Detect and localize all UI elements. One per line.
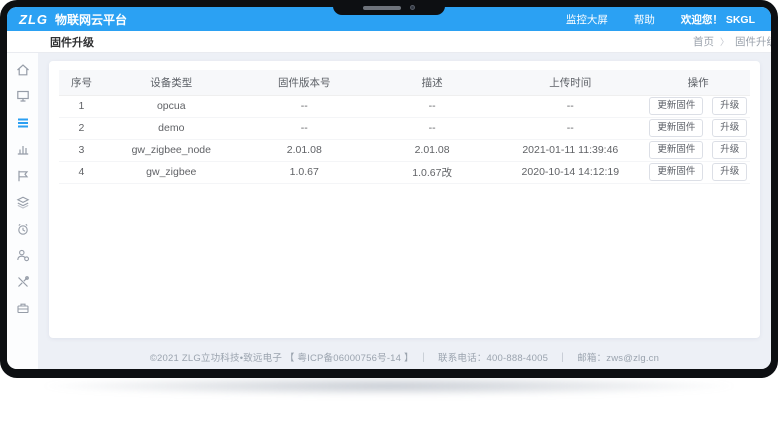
- cell-description: 1.0.67改: [370, 161, 494, 183]
- cell-version: 2.01.08: [239, 139, 370, 161]
- zlg-logo: ZLG: [19, 12, 48, 27]
- nav-monitor-screen[interactable]: 监控大屏: [566, 12, 608, 27]
- cell-version: --: [239, 117, 370, 139]
- user-admin-icon[interactable]: [15, 248, 30, 263]
- content-area: 序号 设备类型 固件版本号 描述 上传时间 操作: [38, 53, 771, 369]
- cell-upload-time: 2021-01-11 11:39:46: [494, 139, 646, 161]
- breadcrumb-home[interactable]: 首页: [693, 34, 714, 49]
- cell-description: --: [370, 95, 494, 117]
- device-mockup: ZLG 物联网云平台 监控大屏 帮助 欢迎您！ SKGL 固件升级 首页 〉 固…: [0, 0, 778, 422]
- cell-upload-time: --: [494, 117, 646, 139]
- cell-index: 4: [59, 161, 104, 183]
- cell-device-type: gw_zigbee_node: [104, 139, 239, 161]
- cell-description: 2.01.08: [370, 139, 494, 161]
- camera-dot: [410, 5, 415, 10]
- cell-device-type: opcua: [104, 95, 239, 117]
- table-header-row: 序号 设备类型 固件版本号 描述 上传时间 操作: [59, 70, 750, 95]
- cell-operations: 更新固件 升级: [646, 161, 750, 183]
- upgrade-button[interactable]: 升级: [712, 119, 747, 136]
- cell-operations: 更新固件 升级: [646, 139, 750, 161]
- col-header-operation: 操作: [646, 70, 750, 95]
- firmware-list-icon[interactable]: [15, 115, 30, 130]
- table-row: 2 demo -- -- -- 更新固件 升级: [59, 117, 750, 139]
- copyright-footer: ©2021 ZLG立功科技•致远电子 【 粤ICP备06000756号-14 】…: [38, 344, 771, 369]
- sidebar: [7, 53, 38, 369]
- device-bezel: ZLG 物联网云平台 监控大屏 帮助 欢迎您！ SKGL 固件升级 首页 〉 固…: [0, 0, 778, 378]
- welcome-user-label[interactable]: 欢迎您！ SKGL: [681, 12, 755, 27]
- col-header-upload-time: 上传时间: [494, 70, 646, 95]
- monitor-icon[interactable]: [15, 89, 30, 104]
- tab-firmware-upgrade[interactable]: 固件升级: [50, 34, 94, 50]
- breadcrumb: 首页 〉 固件升级: [693, 34, 771, 49]
- cell-description: --: [370, 117, 494, 139]
- update-firmware-button[interactable]: 更新固件: [649, 119, 703, 136]
- upgrade-button[interactable]: 升级: [712, 97, 747, 114]
- cell-index: 2: [59, 117, 104, 139]
- breadcrumb-separator-icon: 〉: [720, 35, 729, 48]
- cell-device-type: gw_zigbee: [104, 161, 239, 183]
- device-notch: [333, 0, 445, 15]
- update-firmware-button[interactable]: 更新固件: [649, 163, 703, 180]
- cell-operations: 更新固件 升级: [646, 117, 750, 139]
- main-area: 序号 设备类型 固件版本号 描述 上传时间 操作: [7, 53, 771, 369]
- table-row: 3 gw_zigbee_node 2.01.08 2.01.08 2021-01…: [59, 139, 750, 161]
- flag-icon[interactable]: [15, 168, 30, 183]
- update-firmware-button[interactable]: 更新固件: [649, 97, 703, 114]
- firmware-table: 序号 设备类型 固件版本号 描述 上传时间 操作: [59, 70, 750, 184]
- speaker-slot: [363, 6, 401, 10]
- bar-chart-icon[interactable]: [15, 142, 30, 157]
- toolbox-icon[interactable]: [15, 301, 30, 316]
- firmware-table-card: 序号 设备类型 固件版本号 描述 上传时间 操作: [49, 61, 760, 338]
- col-header-version: 固件版本号: [239, 70, 370, 95]
- layers-icon[interactable]: [15, 195, 30, 210]
- tools-icon[interactable]: [15, 274, 30, 289]
- header-nav: 监控大屏 帮助 欢迎您！ SKGL: [566, 12, 755, 27]
- breadcrumb-current: 固件升级: [735, 34, 771, 49]
- cell-device-type: demo: [104, 117, 239, 139]
- col-header-index: 序号: [59, 70, 104, 95]
- cell-index: 1: [59, 95, 104, 117]
- brand-title: 物联网云平台: [55, 11, 127, 28]
- cell-upload-time: --: [494, 95, 646, 117]
- tab-strip: 固件升级 首页 〉 固件升级: [7, 31, 771, 53]
- nav-help[interactable]: 帮助: [634, 12, 655, 27]
- device-drop-shadow: [36, 376, 742, 396]
- cell-version: --: [239, 95, 370, 117]
- cell-operations: 更新固件 升级: [646, 95, 750, 117]
- table-row: 1 opcua -- -- -- 更新固件 升级: [59, 95, 750, 117]
- cell-version: 1.0.67: [239, 161, 370, 183]
- col-header-description: 描述: [370, 70, 494, 95]
- update-firmware-button[interactable]: 更新固件: [649, 141, 703, 158]
- col-header-device-type: 设备类型: [104, 70, 239, 95]
- table-row: 4 gw_zigbee 1.0.67 1.0.67改 2020-10-14 14…: [59, 161, 750, 183]
- cell-upload-time: 2020-10-14 14:12:19: [494, 161, 646, 183]
- alarm-icon[interactable]: [15, 221, 30, 236]
- upgrade-button[interactable]: 升级: [712, 163, 747, 180]
- screen: ZLG 物联网云平台 监控大屏 帮助 欢迎您！ SKGL 固件升级 首页 〉 固…: [7, 7, 771, 369]
- home-icon[interactable]: [15, 62, 30, 77]
- upgrade-button[interactable]: 升级: [712, 141, 747, 158]
- cell-index: 3: [59, 139, 104, 161]
- card-wrapper: 序号 设备类型 固件版本号 描述 上传时间 操作: [38, 53, 771, 344]
